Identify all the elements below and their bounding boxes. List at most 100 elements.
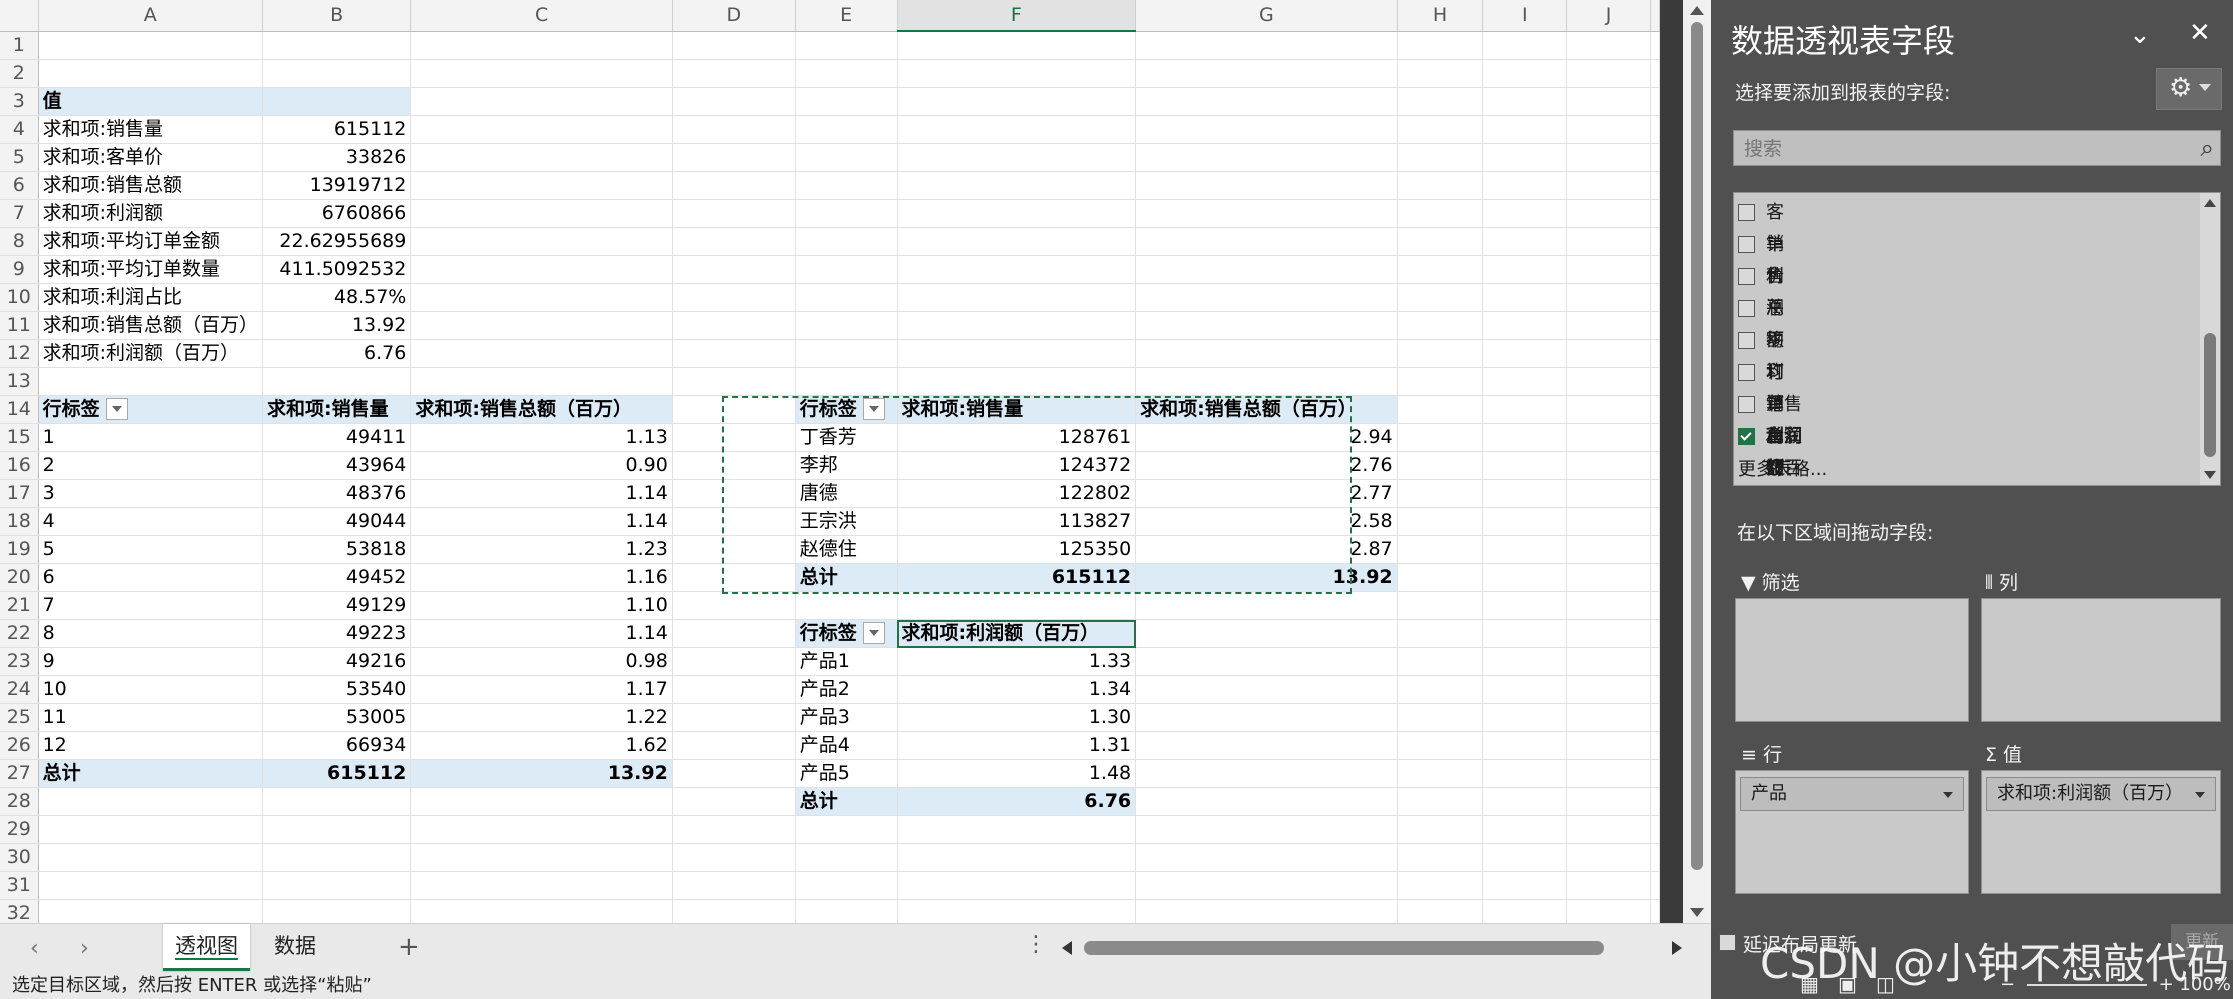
cell-g4[interactable] bbox=[1135, 115, 1398, 144]
values-field-chip[interactable]: 求和项:利润额（百万） bbox=[1986, 777, 2216, 811]
cell-d9[interactable] bbox=[672, 255, 796, 284]
cell-_12[interactable] bbox=[1650, 339, 1660, 368]
field-scroll-up-icon[interactable] bbox=[2204, 199, 2216, 207]
cell-h30[interactable] bbox=[1397, 843, 1484, 872]
cell-a8[interactable]: 求和项:平均订单金额 bbox=[38, 227, 263, 256]
cell-_6[interactable] bbox=[1650, 171, 1660, 200]
row-header[interactable]: 12 bbox=[0, 339, 39, 368]
row-header[interactable]: 27 bbox=[0, 759, 39, 788]
cell-j26[interactable] bbox=[1566, 731, 1651, 760]
cell-e26[interactable]: 产品4 bbox=[795, 731, 898, 760]
cell-d8[interactable] bbox=[672, 227, 796, 256]
cell-a30[interactable] bbox=[38, 843, 263, 872]
cell-e25[interactable]: 产品3 bbox=[795, 703, 898, 732]
cell-c26[interactable]: 1.62 bbox=[410, 731, 673, 760]
cell-_14[interactable] bbox=[1650, 395, 1660, 424]
row-header[interactable]: 4 bbox=[0, 115, 39, 144]
cell-i31[interactable] bbox=[1482, 871, 1568, 900]
cell-a22[interactable]: 8 bbox=[38, 619, 263, 648]
columns-drop-area[interactable] bbox=[1981, 598, 2221, 722]
row-header[interactable]: 25 bbox=[0, 703, 39, 732]
cell-c5[interactable] bbox=[410, 143, 673, 172]
cell-e4[interactable] bbox=[795, 115, 898, 144]
cell-i9[interactable] bbox=[1482, 255, 1568, 284]
cell-i24[interactable] bbox=[1482, 675, 1568, 704]
cell-e12[interactable] bbox=[795, 339, 898, 368]
row-header[interactable]: 28 bbox=[0, 787, 39, 816]
cell-b21[interactable]: 49129 bbox=[262, 591, 412, 620]
cell-j7[interactable] bbox=[1566, 199, 1651, 228]
cell-f11[interactable] bbox=[897, 311, 1137, 340]
cell-a31[interactable] bbox=[38, 871, 263, 900]
cell-h26[interactable] bbox=[1397, 731, 1484, 760]
cell-j23[interactable] bbox=[1566, 647, 1651, 676]
row-header[interactable]: 31 bbox=[0, 871, 39, 900]
row-header[interactable]: 11 bbox=[0, 311, 39, 340]
cell-g31[interactable] bbox=[1135, 871, 1398, 900]
cell-i12[interactable] bbox=[1482, 339, 1568, 368]
cell-d26[interactable] bbox=[672, 731, 796, 760]
cell-f17[interactable]: 122802 bbox=[897, 479, 1137, 508]
cell-j16[interactable] bbox=[1566, 451, 1651, 480]
cell-g28[interactable] bbox=[1135, 787, 1398, 816]
cell-e24[interactable]: 产品2 bbox=[795, 675, 898, 704]
cell-_23[interactable] bbox=[1650, 647, 1660, 676]
cell-c19[interactable]: 1.23 bbox=[410, 535, 673, 564]
cell-d21[interactable] bbox=[672, 591, 796, 620]
cell-f5[interactable] bbox=[897, 143, 1137, 172]
cell-h32[interactable] bbox=[1397, 899, 1484, 923]
cell-g23[interactable] bbox=[1135, 647, 1398, 676]
field-checkbox[interactable] bbox=[1738, 300, 1755, 317]
cell-h15[interactable] bbox=[1397, 423, 1484, 452]
row-header[interactable]: 7 bbox=[0, 199, 39, 228]
cell-a27[interactable]: 总计 bbox=[38, 759, 263, 788]
cell-d31[interactable] bbox=[672, 871, 796, 900]
cell-b24[interactable]: 53540 bbox=[262, 675, 412, 704]
cell-e14[interactable]: 行标签 bbox=[795, 395, 898, 424]
select-all-corner[interactable] bbox=[0, 0, 39, 32]
cell-a10[interactable]: 求和项:利润占比 bbox=[38, 283, 263, 312]
column-header-j[interactable]: J bbox=[1566, 0, 1651, 32]
cell-a4[interactable]: 求和项:销售量 bbox=[38, 115, 263, 144]
filter-dropdown-icon[interactable] bbox=[862, 397, 885, 420]
cell-a15[interactable]: 1 bbox=[38, 423, 263, 452]
cell-g21[interactable] bbox=[1135, 591, 1398, 620]
cell-b28[interactable] bbox=[262, 787, 412, 816]
cell-e7[interactable] bbox=[795, 199, 898, 228]
cell-c20[interactable]: 1.16 bbox=[410, 563, 673, 592]
cell-h7[interactable] bbox=[1397, 199, 1484, 228]
cell-g9[interactable] bbox=[1135, 255, 1398, 284]
cell-j28[interactable] bbox=[1566, 787, 1651, 816]
cell-c10[interactable] bbox=[410, 283, 673, 312]
row-header[interactable]: 32 bbox=[0, 899, 39, 923]
row-header[interactable]: 20 bbox=[0, 563, 39, 592]
cell-b5[interactable]: 33826 bbox=[262, 143, 412, 172]
cell-g7[interactable] bbox=[1135, 199, 1398, 228]
cell-j18[interactable] bbox=[1566, 507, 1651, 536]
cell-f31[interactable] bbox=[897, 871, 1137, 900]
cell-i2[interactable] bbox=[1482, 59, 1568, 88]
chevron-down-icon[interactable]: ⌄ bbox=[2129, 20, 2151, 50]
cell-d6[interactable] bbox=[672, 171, 796, 200]
cell-f12[interactable] bbox=[897, 339, 1137, 368]
cell-d25[interactable] bbox=[672, 703, 796, 732]
cell-e23[interactable]: 产品1 bbox=[795, 647, 898, 676]
values-drop-area[interactable]: 求和项:利润额（百万） bbox=[1981, 770, 2221, 894]
field-checkbox[interactable] bbox=[1738, 364, 1755, 381]
cell-j22[interactable] bbox=[1566, 619, 1651, 648]
cell-h24[interactable] bbox=[1397, 675, 1484, 704]
cell-c12[interactable] bbox=[410, 339, 673, 368]
cell-h17[interactable] bbox=[1397, 479, 1484, 508]
cell-b31[interactable] bbox=[262, 871, 412, 900]
cell-b17[interactable]: 48376 bbox=[262, 479, 412, 508]
scroll-right-icon[interactable] bbox=[1672, 941, 1682, 955]
cell-g11[interactable] bbox=[1135, 311, 1398, 340]
cell-b9[interactable]: 411.5092532 bbox=[262, 255, 412, 284]
cell-g30[interactable] bbox=[1135, 843, 1398, 872]
cell-e22[interactable]: 行标签 bbox=[795, 619, 898, 648]
cell-h19[interactable] bbox=[1397, 535, 1484, 564]
cell-c13[interactable] bbox=[410, 367, 673, 396]
row-header[interactable]: 3 bbox=[0, 87, 39, 116]
field-checkbox[interactable] bbox=[1738, 268, 1755, 285]
cell-c15[interactable]: 1.13 bbox=[410, 423, 673, 452]
